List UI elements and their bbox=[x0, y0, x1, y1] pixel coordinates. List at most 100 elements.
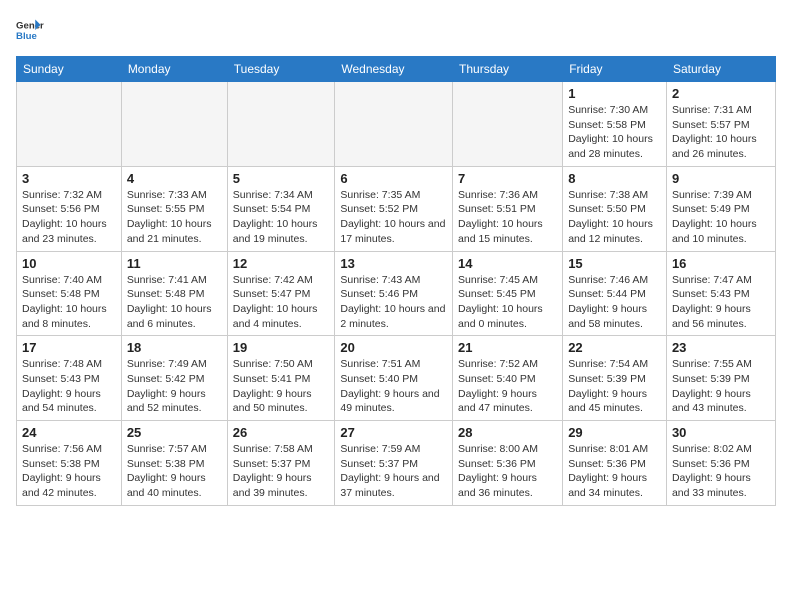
week-row-1: 1 Sunrise: 7:30 AMSunset: 5:58 PMDayligh… bbox=[17, 82, 776, 167]
weekday-header-tuesday: Tuesday bbox=[227, 57, 335, 82]
calendar-cell: 12 Sunrise: 7:42 AMSunset: 5:47 PMDaylig… bbox=[227, 251, 335, 336]
day-info: Sunrise: 7:46 AMSunset: 5:44 PMDaylight:… bbox=[568, 273, 661, 332]
calendar-cell: 18 Sunrise: 7:49 AMSunset: 5:42 PMDaylig… bbox=[121, 336, 227, 421]
day-info: Sunrise: 7:57 AMSunset: 5:38 PMDaylight:… bbox=[127, 442, 222, 501]
day-info: Sunrise: 7:58 AMSunset: 5:37 PMDaylight:… bbox=[233, 442, 330, 501]
calendar-cell: 27 Sunrise: 7:59 AMSunset: 5:37 PMDaylig… bbox=[335, 421, 453, 506]
calendar-table: SundayMondayTuesdayWednesdayThursdayFrid… bbox=[16, 56, 776, 506]
calendar-cell: 10 Sunrise: 7:40 AMSunset: 5:48 PMDaylig… bbox=[17, 251, 122, 336]
weekday-header-row: SundayMondayTuesdayWednesdayThursdayFrid… bbox=[17, 57, 776, 82]
day-info: Sunrise: 7:50 AMSunset: 5:41 PMDaylight:… bbox=[233, 357, 330, 416]
calendar-cell: 8 Sunrise: 7:38 AMSunset: 5:50 PMDayligh… bbox=[563, 166, 667, 251]
day-info: Sunrise: 7:48 AMSunset: 5:43 PMDaylight:… bbox=[22, 357, 116, 416]
calendar-cell: 23 Sunrise: 7:55 AMSunset: 5:39 PMDaylig… bbox=[666, 336, 775, 421]
day-number: 14 bbox=[458, 256, 557, 271]
calendar-cell: 16 Sunrise: 7:47 AMSunset: 5:43 PMDaylig… bbox=[666, 251, 775, 336]
calendar-cell: 15 Sunrise: 7:46 AMSunset: 5:44 PMDaylig… bbox=[563, 251, 667, 336]
day-number: 23 bbox=[672, 340, 770, 355]
calendar-cell bbox=[227, 82, 335, 167]
calendar-cell: 11 Sunrise: 7:41 AMSunset: 5:48 PMDaylig… bbox=[121, 251, 227, 336]
day-info: Sunrise: 8:01 AMSunset: 5:36 PMDaylight:… bbox=[568, 442, 661, 501]
weekday-header-monday: Monday bbox=[121, 57, 227, 82]
calendar-cell: 26 Sunrise: 7:58 AMSunset: 5:37 PMDaylig… bbox=[227, 421, 335, 506]
calendar-cell: 9 Sunrise: 7:39 AMSunset: 5:49 PMDayligh… bbox=[666, 166, 775, 251]
day-number: 6 bbox=[340, 171, 447, 186]
day-number: 9 bbox=[672, 171, 770, 186]
week-row-5: 24 Sunrise: 7:56 AMSunset: 5:38 PMDaylig… bbox=[17, 421, 776, 506]
calendar-cell: 6 Sunrise: 7:35 AMSunset: 5:52 PMDayligh… bbox=[335, 166, 453, 251]
day-info: Sunrise: 7:41 AMSunset: 5:48 PMDaylight:… bbox=[127, 273, 222, 332]
day-number: 15 bbox=[568, 256, 661, 271]
week-row-3: 10 Sunrise: 7:40 AMSunset: 5:48 PMDaylig… bbox=[17, 251, 776, 336]
day-info: Sunrise: 7:33 AMSunset: 5:55 PMDaylight:… bbox=[127, 188, 222, 247]
day-info: Sunrise: 7:55 AMSunset: 5:39 PMDaylight:… bbox=[672, 357, 770, 416]
day-number: 28 bbox=[458, 425, 557, 440]
day-info: Sunrise: 7:34 AMSunset: 5:54 PMDaylight:… bbox=[233, 188, 330, 247]
calendar-cell: 5 Sunrise: 7:34 AMSunset: 5:54 PMDayligh… bbox=[227, 166, 335, 251]
calendar-cell: 1 Sunrise: 7:30 AMSunset: 5:58 PMDayligh… bbox=[563, 82, 667, 167]
calendar-cell: 19 Sunrise: 7:50 AMSunset: 5:41 PMDaylig… bbox=[227, 336, 335, 421]
day-number: 21 bbox=[458, 340, 557, 355]
calendar-cell: 20 Sunrise: 7:51 AMSunset: 5:40 PMDaylig… bbox=[335, 336, 453, 421]
day-number: 12 bbox=[233, 256, 330, 271]
day-info: Sunrise: 7:45 AMSunset: 5:45 PMDaylight:… bbox=[458, 273, 557, 332]
calendar-cell: 25 Sunrise: 7:57 AMSunset: 5:38 PMDaylig… bbox=[121, 421, 227, 506]
day-number: 10 bbox=[22, 256, 116, 271]
day-number: 29 bbox=[568, 425, 661, 440]
calendar-cell: 2 Sunrise: 7:31 AMSunset: 5:57 PMDayligh… bbox=[666, 82, 775, 167]
day-number: 13 bbox=[340, 256, 447, 271]
calendar-cell: 22 Sunrise: 7:54 AMSunset: 5:39 PMDaylig… bbox=[563, 336, 667, 421]
calendar-cell: 29 Sunrise: 8:01 AMSunset: 5:36 PMDaylig… bbox=[563, 421, 667, 506]
day-info: Sunrise: 7:31 AMSunset: 5:57 PMDaylight:… bbox=[672, 103, 770, 162]
weekday-header-wednesday: Wednesday bbox=[335, 57, 453, 82]
svg-text:Blue: Blue bbox=[16, 31, 37, 42]
day-info: Sunrise: 7:47 AMSunset: 5:43 PMDaylight:… bbox=[672, 273, 770, 332]
day-number: 7 bbox=[458, 171, 557, 186]
day-number: 20 bbox=[340, 340, 447, 355]
day-info: Sunrise: 7:49 AMSunset: 5:42 PMDaylight:… bbox=[127, 357, 222, 416]
calendar-cell: 21 Sunrise: 7:52 AMSunset: 5:40 PMDaylig… bbox=[453, 336, 563, 421]
day-number: 18 bbox=[127, 340, 222, 355]
day-info: Sunrise: 7:35 AMSunset: 5:52 PMDaylight:… bbox=[340, 188, 447, 247]
day-number: 11 bbox=[127, 256, 222, 271]
page-header: General Blue bbox=[16, 16, 776, 44]
day-info: Sunrise: 7:40 AMSunset: 5:48 PMDaylight:… bbox=[22, 273, 116, 332]
calendar-cell: 30 Sunrise: 8:02 AMSunset: 5:36 PMDaylig… bbox=[666, 421, 775, 506]
day-number: 3 bbox=[22, 171, 116, 186]
day-info: Sunrise: 7:52 AMSunset: 5:40 PMDaylight:… bbox=[458, 357, 557, 416]
day-number: 1 bbox=[568, 86, 661, 101]
day-info: Sunrise: 7:30 AMSunset: 5:58 PMDaylight:… bbox=[568, 103, 661, 162]
day-number: 5 bbox=[233, 171, 330, 186]
calendar-cell: 3 Sunrise: 7:32 AMSunset: 5:56 PMDayligh… bbox=[17, 166, 122, 251]
calendar-cell: 4 Sunrise: 7:33 AMSunset: 5:55 PMDayligh… bbox=[121, 166, 227, 251]
weekday-header-thursday: Thursday bbox=[453, 57, 563, 82]
day-info: Sunrise: 7:43 AMSunset: 5:46 PMDaylight:… bbox=[340, 273, 447, 332]
day-number: 22 bbox=[568, 340, 661, 355]
weekday-header-saturday: Saturday bbox=[666, 57, 775, 82]
day-number: 16 bbox=[672, 256, 770, 271]
day-info: Sunrise: 7:54 AMSunset: 5:39 PMDaylight:… bbox=[568, 357, 661, 416]
week-row-4: 17 Sunrise: 7:48 AMSunset: 5:43 PMDaylig… bbox=[17, 336, 776, 421]
week-row-2: 3 Sunrise: 7:32 AMSunset: 5:56 PMDayligh… bbox=[17, 166, 776, 251]
day-info: Sunrise: 8:02 AMSunset: 5:36 PMDaylight:… bbox=[672, 442, 770, 501]
day-info: Sunrise: 8:00 AMSunset: 5:36 PMDaylight:… bbox=[458, 442, 557, 501]
day-number: 17 bbox=[22, 340, 116, 355]
day-number: 8 bbox=[568, 171, 661, 186]
weekday-header-friday: Friday bbox=[563, 57, 667, 82]
day-info: Sunrise: 7:42 AMSunset: 5:47 PMDaylight:… bbox=[233, 273, 330, 332]
calendar-cell: 17 Sunrise: 7:48 AMSunset: 5:43 PMDaylig… bbox=[17, 336, 122, 421]
calendar-cell: 14 Sunrise: 7:45 AMSunset: 5:45 PMDaylig… bbox=[453, 251, 563, 336]
logo: General Blue bbox=[16, 16, 44, 44]
day-info: Sunrise: 7:51 AMSunset: 5:40 PMDaylight:… bbox=[340, 357, 447, 416]
calendar-cell bbox=[121, 82, 227, 167]
calendar-cell: 24 Sunrise: 7:56 AMSunset: 5:38 PMDaylig… bbox=[17, 421, 122, 506]
day-info: Sunrise: 7:36 AMSunset: 5:51 PMDaylight:… bbox=[458, 188, 557, 247]
day-number: 30 bbox=[672, 425, 770, 440]
calendar-cell bbox=[335, 82, 453, 167]
calendar-cell: 13 Sunrise: 7:43 AMSunset: 5:46 PMDaylig… bbox=[335, 251, 453, 336]
day-number: 19 bbox=[233, 340, 330, 355]
day-info: Sunrise: 7:38 AMSunset: 5:50 PMDaylight:… bbox=[568, 188, 661, 247]
day-info: Sunrise: 7:32 AMSunset: 5:56 PMDaylight:… bbox=[22, 188, 116, 247]
day-number: 24 bbox=[22, 425, 116, 440]
calendar-cell bbox=[453, 82, 563, 167]
